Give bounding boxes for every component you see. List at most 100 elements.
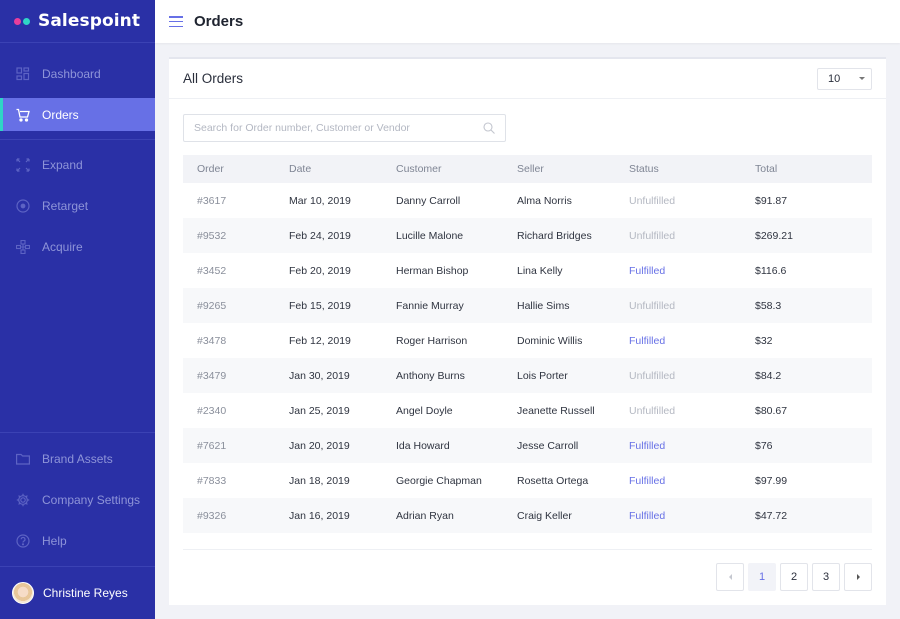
cell-total: $97.99: [755, 474, 788, 487]
sidebar-item-retarget[interactable]: Retarget: [0, 189, 155, 222]
cell-order[interactable]: #3479: [183, 358, 275, 393]
menu-icon[interactable]: [169, 16, 183, 27]
cell-customer: Herman Bishop: [396, 264, 469, 277]
cell-status: Fulfilled: [629, 474, 666, 487]
cell-total: $91.87: [755, 194, 788, 207]
cell-order[interactable]: #2340: [183, 393, 275, 428]
cell-seller: Craig Keller: [517, 509, 572, 522]
cell-status: Fulfilled: [629, 334, 666, 347]
cell-date: Jan 30, 2019: [289, 369, 350, 382]
cell-customer: Ida Howard: [396, 439, 450, 452]
table-header-row: Order Date Customer Seller Status Total: [183, 155, 872, 183]
brand[interactable]: Salespoint: [0, 0, 155, 43]
cell-customer: Lucille Malone: [396, 229, 464, 242]
prev-page-button[interactable]: [716, 563, 744, 591]
table-row[interactable]: #2340 Jan 25, 2019 Angel Doyle Jeanette Rus…: [183, 393, 872, 428]
page-button-2[interactable]: 2: [780, 563, 808, 591]
table-row[interactable]: #7833 Jan 18, 2019 Georgie Chapman Rosetta …: [183, 463, 872, 498]
cell-status: Fulfilled: [629, 439, 666, 452]
sidebar-item-label: Dashboard: [42, 66, 101, 81]
cell-customer: Angel Doyle: [396, 404, 453, 417]
cell-seller: Dominic Willis: [517, 334, 583, 347]
cell-date: Jan 18, 2019: [289, 474, 350, 487]
chevron-left-icon: [728, 574, 732, 580]
cell-order[interactable]: #7621: [183, 428, 275, 463]
sidebar-item-label: Acquire: [42, 239, 83, 254]
cell-order[interactable]: #9326: [183, 498, 275, 533]
column-header-total[interactable]: Total: [741, 155, 872, 183]
sidebar-item-company-settings[interactable]: Company Settings: [0, 483, 155, 516]
table-row[interactable]: #7621 Jan 20, 2019 Ida Howard Jesse Carroll…: [183, 428, 872, 463]
divider: [183, 549, 872, 550]
cell-total: $116.6: [755, 264, 787, 277]
search-box: [183, 114, 506, 142]
column-header-date[interactable]: Date: [275, 155, 382, 183]
cell-total: $47.72: [755, 509, 788, 522]
table-row[interactable]: #3479 Jan 30, 2019 Anthony Burns Lois Porte…: [183, 358, 872, 393]
network-icon: [16, 239, 30, 254]
card-title: All Orders: [183, 71, 244, 86]
page-size-select[interactable]: 10: [817, 67, 872, 90]
cell-order[interactable]: #3617: [183, 183, 275, 218]
sidebar-item-brand-assets[interactable]: Brand Assets: [0, 442, 155, 475]
column-header-seller[interactable]: Seller: [503, 155, 615, 183]
page-title: Orders: [194, 13, 244, 30]
cell-customer: Georgie Chapman: [396, 474, 482, 487]
cell-order[interactable]: #3478: [183, 323, 275, 358]
pagination: 1 2 3: [716, 563, 872, 591]
search-icon[interactable]: [483, 122, 495, 134]
cell-total: $32: [755, 334, 773, 347]
column-header-order[interactable]: Order: [183, 155, 275, 183]
cell-status: Unfulfilled: [629, 299, 676, 312]
cell-status: Fulfilled: [629, 264, 666, 277]
table-row[interactable]: #9326 Jan 16, 2019 Adrian Ryan Craig Keller…: [183, 498, 872, 533]
cell-order[interactable]: #9265: [183, 288, 275, 323]
cell-customer: Danny Carroll: [396, 194, 461, 207]
cell-date: Feb 20, 2019: [289, 264, 351, 277]
sidebar-item-label: Orders: [42, 107, 79, 122]
divider: [0, 432, 155, 433]
sidebar-item-acquire[interactable]: Acquire: [0, 230, 155, 263]
folder-icon: [16, 452, 30, 466]
cell-total: $84.2: [755, 369, 782, 382]
next-page-button[interactable]: [844, 563, 872, 591]
page-size-value: 10: [828, 72, 841, 85]
sidebar-item-expand[interactable]: Expand: [0, 148, 155, 181]
cell-customer: Adrian Ryan: [396, 509, 454, 522]
table-row[interactable]: #3452 Feb 20, 2019 Herman Bishop Lina Kelly…: [183, 253, 872, 288]
gear-icon: [16, 493, 30, 507]
page-button-1[interactable]: 1: [748, 563, 776, 591]
cell-date: Jan 25, 2019: [289, 404, 350, 417]
app-name: Salespoint: [38, 11, 141, 31]
sidebar-item-dashboard[interactable]: Dashboard: [0, 57, 155, 90]
table-row[interactable]: #9265 Feb 15, 2019 Fannie Murray Hallie Sim…: [183, 288, 872, 323]
cart-icon: [16, 108, 30, 122]
cell-total: $269.21: [755, 229, 793, 242]
search-input[interactable]: [194, 122, 483, 134]
cell-date: Jan 16, 2019: [289, 509, 350, 522]
sidebar: Salespoint Dashboard Orders Expand Retar…: [0, 0, 155, 619]
chevron-right-icon: [856, 574, 860, 580]
user-name: Christine Reyes: [43, 586, 128, 600]
chevron-down-icon: [859, 77, 865, 80]
column-header-customer[interactable]: Customer: [382, 155, 503, 183]
page-button-3[interactable]: 3: [812, 563, 840, 591]
cell-order[interactable]: #3452: [183, 253, 275, 288]
sidebar-item-help[interactable]: Help: [0, 524, 155, 557]
column-header-status[interactable]: Status: [615, 155, 741, 183]
orders-card: All Orders 10 Order Date Customer Seller…: [169, 57, 886, 605]
table-row[interactable]: #9532 Feb 24, 2019 Lucille Malone Richard B…: [183, 218, 872, 253]
cell-status: Unfulfilled: [629, 229, 676, 242]
target-icon: [16, 198, 30, 213]
sidebar-item-label: Company Settings: [42, 492, 141, 507]
user-profile[interactable]: Christine Reyes: [0, 566, 155, 619]
cell-status: Unfulfilled: [629, 404, 676, 417]
cell-seller: Jeanette Russell: [517, 404, 595, 417]
table-row[interactable]: #3478 Feb 12, 2019 Roger Harrison Dominic W…: [183, 323, 872, 358]
cell-status: Fulfilled: [629, 509, 666, 522]
cell-seller: Rosetta Ortega: [517, 474, 589, 487]
sidebar-item-orders[interactable]: Orders: [0, 98, 155, 131]
table-row[interactable]: #3617 Mar 10, 2019 Danny Carroll Alma Norri…: [183, 183, 872, 218]
cell-order[interactable]: #9532: [183, 218, 275, 253]
cell-order[interactable]: #7833: [183, 463, 275, 498]
